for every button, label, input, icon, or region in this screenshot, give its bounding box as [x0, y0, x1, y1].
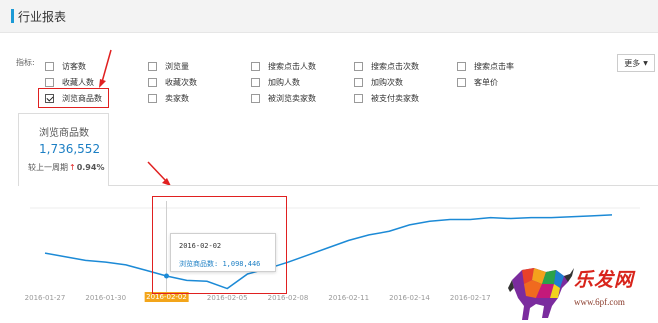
- x-tick-label: 2016-02-08: [267, 294, 309, 302]
- tooltip-value-line: 浏览商品数: 1,098,446: [179, 259, 260, 269]
- metric-card-title: 浏览商品数: [39, 128, 89, 139]
- metric-card-compare: 较上一周期↑0.94%: [28, 162, 104, 173]
- metric-card-value: 1,736,552: [39, 142, 101, 156]
- x-tick-label: 2016-02-17: [449, 294, 491, 302]
- arrow-up-icon: ↑: [69, 163, 76, 172]
- x-tick-label: 2016-02-05: [206, 294, 248, 302]
- chart-tooltip: 2016-02-02 浏览商品数: 1,098,446: [170, 233, 276, 272]
- tooltip-value: 1,098,446: [222, 260, 261, 268]
- watermark-url: www.6pf.com: [574, 297, 625, 307]
- compare-value: 0.94%: [76, 163, 105, 172]
- tooltip-series-label: 浏览商品数:: [179, 260, 219, 268]
- compare-label: 较上一周期: [28, 163, 68, 172]
- x-tick-label: 2016-02-14: [389, 294, 430, 302]
- x-tick-label: 2016-01-27: [24, 294, 66, 302]
- x-tick-label: 2016-01-30: [85, 294, 127, 302]
- x-tick-label: 2016-02-11: [328, 294, 370, 302]
- watermark-text: 乐发网: [574, 269, 635, 291]
- tooltip-date: 2016-02-02: [179, 242, 222, 250]
